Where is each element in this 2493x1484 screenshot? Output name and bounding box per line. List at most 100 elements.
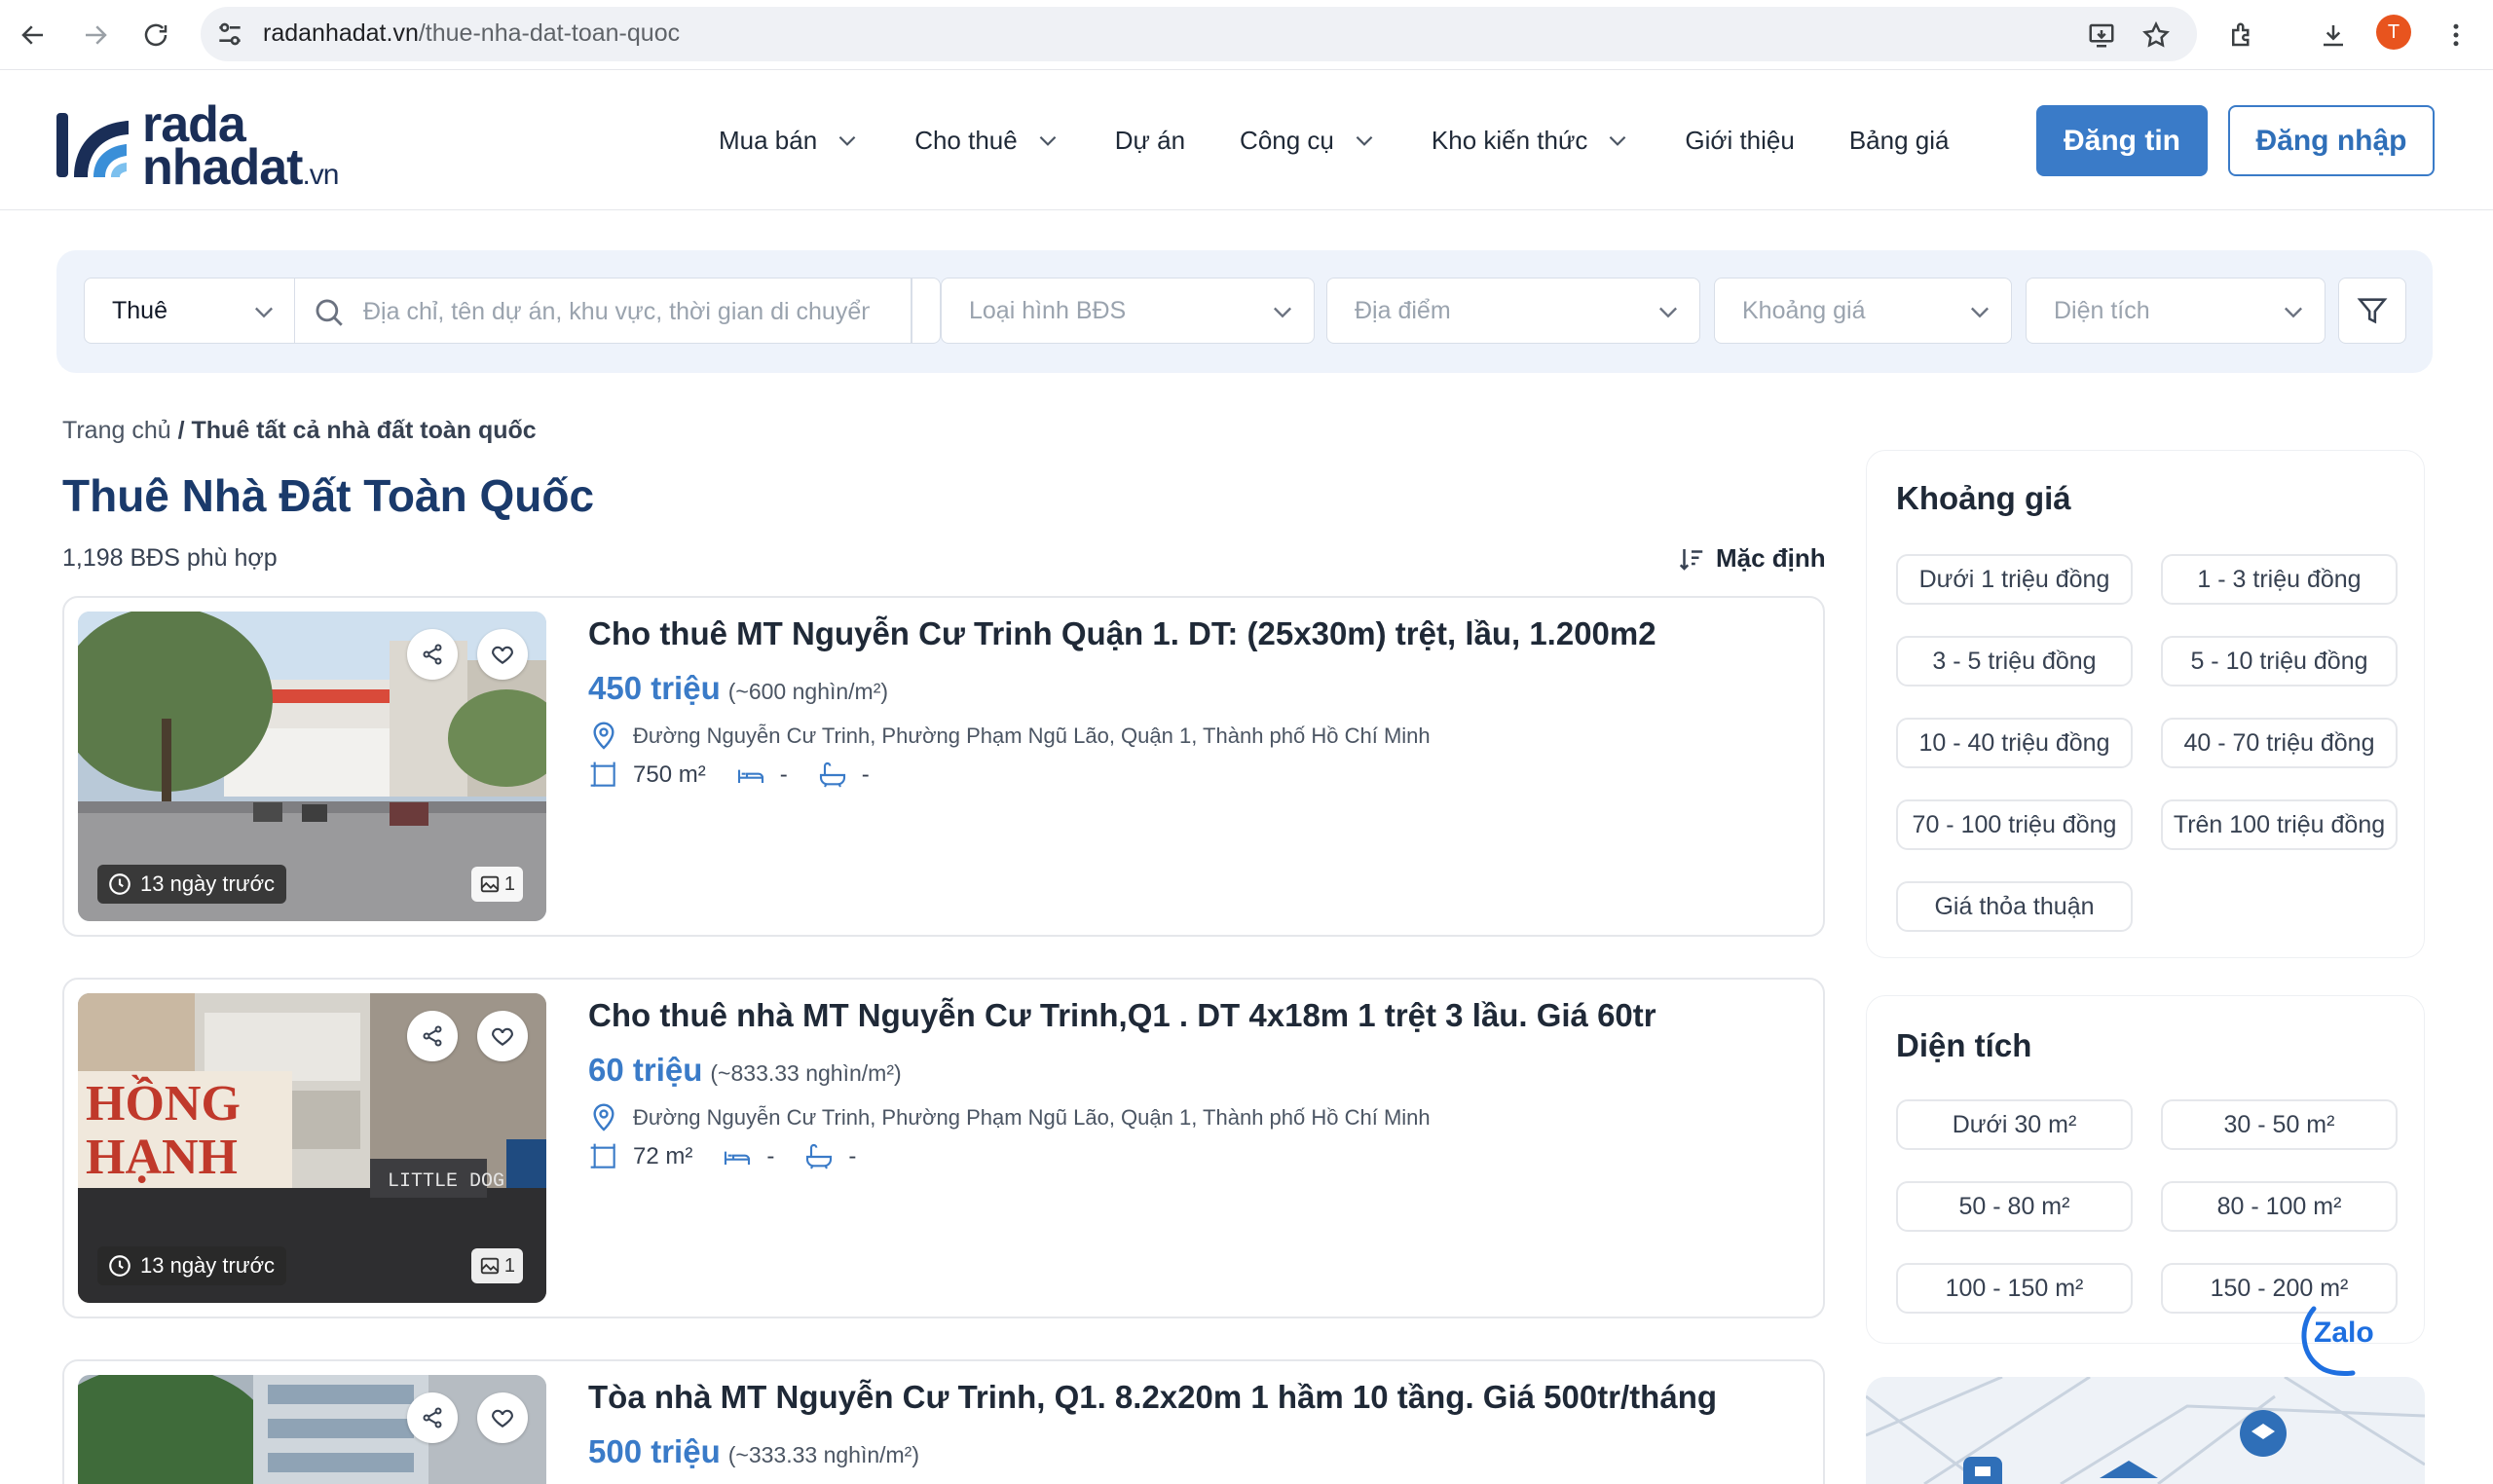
url-text: radanhadat.vn/thue-nha-dat-toan-quoc bbox=[263, 19, 681, 47]
search-bar: Thuê Loại hình BĐS Địa điểm Khoảng giá D… bbox=[56, 250, 2433, 373]
area-select[interactable]: Diện tích bbox=[2026, 278, 2326, 344]
price-chip[interactable]: 1 - 3 triệu đồng bbox=[2161, 554, 2398, 605]
bathtub-icon bbox=[806, 1144, 833, 1169]
image-icon bbox=[480, 875, 500, 893]
listing-image[interactable]: HỒNG HẠNH LITTLE DOG 13 ngày trước 1 bbox=[78, 993, 546, 1303]
price-range-select[interactable]: Khoảng giá bbox=[1714, 278, 2012, 344]
search-input[interactable] bbox=[363, 292, 870, 331]
heart-icon bbox=[492, 1409, 513, 1428]
image-count-badge: 1 bbox=[470, 867, 523, 902]
downloads-icon[interactable] bbox=[2312, 14, 2355, 56]
more-menu-icon[interactable] bbox=[2435, 14, 2477, 56]
listing-card[interactable]: 13 ngày trước 1 Cho thuê MT Nguyễn Cư Tr… bbox=[62, 596, 1825, 937]
breadcrumb-home[interactable]: Trang chủ bbox=[62, 417, 171, 444]
share-icon bbox=[423, 1407, 442, 1428]
login-button[interactable]: Đăng nhập bbox=[2228, 105, 2435, 176]
nav-bang-gia[interactable]: Bảng giá bbox=[1849, 126, 1950, 156]
map-preview[interactable] bbox=[1866, 1377, 2425, 1484]
listing-price: 60 triệu bbox=[588, 1052, 703, 1088]
logo-text-nhadat: nhadat.vn bbox=[142, 139, 339, 196]
nav-cho-thue[interactable]: Cho thuê bbox=[914, 126, 1060, 156]
price-chip[interactable]: 10 - 40 triệu đồng bbox=[1896, 718, 2133, 768]
share-button[interactable] bbox=[407, 1011, 458, 1061]
price-chip[interactable]: 3 - 5 triệu đồng bbox=[1896, 636, 2133, 686]
location-select[interactable]: Địa điểm bbox=[1326, 278, 1700, 344]
profile-avatar[interactable]: T bbox=[2376, 15, 2411, 50]
nav-du-an[interactable]: Dự án bbox=[1115, 126, 1185, 156]
favorite-button[interactable] bbox=[477, 629, 528, 680]
price-chip[interactable]: Dưới 1 triệu đồng bbox=[1896, 554, 2133, 605]
breadcrumb-current: Thuê tất cả nhà đất toàn quốc bbox=[191, 417, 537, 444]
nav-mua-ban[interactable]: Mua bán bbox=[719, 126, 860, 156]
bed-icon bbox=[725, 1151, 751, 1165]
advanced-filter-button[interactable] bbox=[2338, 278, 2406, 344]
price-row: 60 triệu (~833.33 nghìn/m²) bbox=[588, 1052, 902, 1089]
nav-kho-kien-thuc[interactable]: Kho kiến thức bbox=[1432, 126, 1631, 156]
image-count-badge: 1 bbox=[470, 1248, 523, 1283]
area-chip[interactable]: 100 - 150 m² bbox=[1896, 1263, 2133, 1314]
bookmark-star-icon[interactable] bbox=[2135, 14, 2177, 56]
listing-unit-price: (~600 nghìn/m²) bbox=[727, 679, 889, 704]
favorite-button[interactable] bbox=[477, 1392, 528, 1443]
reload-icon[interactable] bbox=[134, 14, 177, 56]
listing-image[interactable] bbox=[78, 1375, 546, 1484]
price-row: 500 triệu (~333.33 nghìn/m²) bbox=[588, 1433, 919, 1470]
nav-gioi-thieu[interactable]: Giới thiệu bbox=[1685, 126, 1794, 156]
svg-text:HẠNH: HẠNH bbox=[86, 1130, 238, 1185]
search-icon bbox=[316, 299, 343, 326]
search-field[interactable] bbox=[294, 278, 941, 344]
area-chip[interactable]: 50 - 80 m² bbox=[1896, 1181, 2133, 1232]
address-row: Đường Nguyễn Cư Trinh, Phường Phạm Ngũ L… bbox=[588, 1102, 1431, 1133]
install-app-icon[interactable] bbox=[2080, 14, 2123, 56]
price-range-panel: Khoảng giá Dưới 1 triệu đồng 1 - 3 triệu… bbox=[1866, 450, 2425, 958]
share-button[interactable] bbox=[407, 629, 458, 680]
divider bbox=[911, 278, 912, 344]
clock-icon bbox=[109, 873, 130, 895]
share-button[interactable] bbox=[407, 1392, 458, 1443]
address-row: Đường Nguyễn Cư Trinh, Phường Phạm Ngũ L… bbox=[588, 721, 1431, 752]
filter-funnel-icon bbox=[2357, 298, 2388, 324]
property-type-select[interactable]: Loại hình BĐS bbox=[941, 278, 1315, 344]
extensions-icon[interactable] bbox=[2220, 14, 2263, 56]
page-title: Thuê Nhà Đất Toàn Quốc bbox=[62, 470, 595, 521]
result-count: 1,198 BĐS phù hợp bbox=[62, 544, 278, 572]
mode-select[interactable]: Thuê bbox=[84, 278, 296, 344]
posted-time-badge: 13 ngày trước bbox=[97, 865, 286, 904]
listing-title[interactable]: Cho thuê MT Nguyễn Cư Trinh Quận 1. DT: … bbox=[588, 615, 1656, 652]
chevron-down-icon bbox=[1356, 135, 1373, 146]
nav-cong-cu[interactable]: Công cụ bbox=[1240, 126, 1377, 156]
map-graphic bbox=[1866, 1377, 2425, 1484]
listing-photo bbox=[78, 1375, 546, 1484]
listing-image[interactable]: 13 ngày trước 1 bbox=[78, 612, 546, 921]
area-range-panel: Diện tích Dưới 30 m² 30 - 50 m² 50 - 80 … bbox=[1866, 995, 2425, 1344]
sort-dropdown[interactable]: Mặc định bbox=[1677, 543, 1826, 574]
listing-title[interactable]: Cho thuê nhà MT Nguyễn Cư Trinh,Q1 . DT … bbox=[588, 997, 1656, 1034]
share-icon bbox=[423, 644, 442, 665]
listing-title[interactable]: Tòa nhà MT Nguyễn Cư Trinh, Q1. 8.2x20m … bbox=[588, 1379, 1717, 1416]
site-logo[interactable]: rada nhadat.vn bbox=[55, 96, 366, 196]
price-chip[interactable]: 70 - 100 triệu đồng bbox=[1896, 799, 2133, 850]
price-chip[interactable]: Trên 100 triệu đồng bbox=[2161, 799, 2398, 850]
site-settings-icon[interactable] bbox=[214, 19, 245, 50]
location-pin-icon bbox=[593, 722, 614, 750]
back-icon[interactable] bbox=[12, 14, 55, 56]
zalo-label: Zalo bbox=[2314, 1317, 2374, 1349]
area-chip[interactable]: Dưới 30 m² bbox=[1896, 1099, 2133, 1150]
forward-icon[interactable] bbox=[74, 14, 117, 56]
price-chip[interactable]: 5 - 10 triệu đồng bbox=[2161, 636, 2398, 686]
area-chip[interactable]: 80 - 100 m² bbox=[2161, 1181, 2398, 1232]
post-listing-button[interactable]: Đăng tin bbox=[2036, 105, 2208, 176]
price-chip[interactable]: Giá thỏa thuận bbox=[1896, 881, 2133, 932]
area-range-title: Diện tích bbox=[1896, 1027, 2032, 1063]
listing-card[interactable]: HỒNG HẠNH LITTLE DOG 13 ngày trước 1 Cho… bbox=[62, 978, 1825, 1318]
address-bar[interactable]: radanhadat.vn/thue-nha-dat-toan-quoc bbox=[201, 7, 2197, 61]
listing-unit-price: (~333.33 nghìn/m²) bbox=[727, 1442, 920, 1467]
favorite-button[interactable] bbox=[477, 1011, 528, 1061]
listing-price: 500 triệu bbox=[588, 1433, 721, 1469]
price-chip[interactable]: 40 - 70 triệu đồng bbox=[2161, 718, 2398, 768]
area-chip[interactable]: 30 - 50 m² bbox=[2161, 1099, 2398, 1150]
listing-card[interactable]: Tòa nhà MT Nguyễn Cư Trinh, Q1. 8.2x20m … bbox=[62, 1359, 1825, 1484]
image-icon bbox=[480, 1257, 500, 1275]
breadcrumb: Trang chủ / Thuê tất cả nhà đất toàn quố… bbox=[62, 417, 537, 445]
zalo-chat-button[interactable]: Zalo bbox=[2294, 1295, 2384, 1379]
